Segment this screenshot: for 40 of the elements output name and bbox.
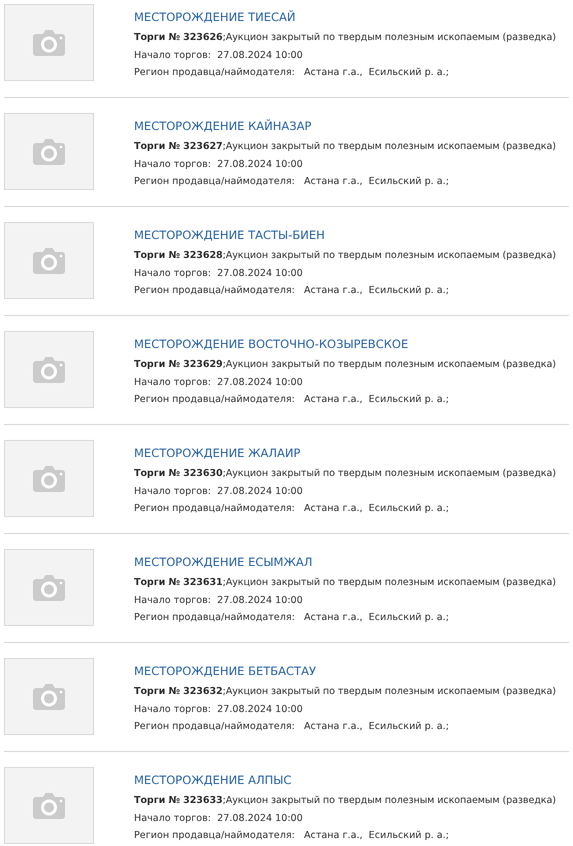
auction-start-date: Начало торгов: 27.08.2024 10:00 bbox=[134, 267, 304, 281]
seller-region: Регион продавца/наймодателя: Астана г.а., Есильский р. а.; bbox=[134, 829, 450, 843]
camera-icon bbox=[32, 792, 66, 820]
seller-region: Регион продавца/наймодателя: Астана г.а., Есильский р. а.; bbox=[134, 393, 450, 407]
seller-region: Регион продавца/наймодателя: Астана г.а., Есильский р. а.; bbox=[134, 720, 450, 734]
listing-title-link[interactable]: МЕСТОРОЖДЕНИЕ АЛПЫС bbox=[134, 773, 292, 787]
camera-icon bbox=[32, 28, 66, 56]
seller-region: Регион продавца/наймодателя: Астана г.а., Есильский р. а.; bbox=[134, 284, 450, 298]
seller-region: Регион продавца/наймодателя: Астана г.а., Есильский р. а.; bbox=[134, 502, 450, 516]
camera-icon bbox=[32, 246, 66, 274]
auction-info: Торги № 323626;Аукцион закрытый по твердым полезным ископаемым (разведка) bbox=[134, 31, 556, 45]
seller-region: Регион продавца/наймодателя: Астана г.а., Есильский р. а.; bbox=[134, 611, 450, 625]
listing-title-link[interactable]: МЕСТОРОЖДЕНИЕ ЖАЛАИР bbox=[134, 446, 300, 460]
auction-info: Торги № 323629;Аукцион закрытый по твердым полезным ископаемым (разведка) bbox=[134, 358, 556, 372]
listing-title-link[interactable]: МЕСТОРОЖДЕНИЕ КАЙНАЗАР bbox=[134, 119, 312, 133]
listing-title-link[interactable]: МЕСТОРОЖДЕНИЕ ТАСТЫ-БИЕН bbox=[134, 228, 325, 242]
auction-info: Торги № 323627;Аукцион закрытый по твердым полезным ископаемым (разведка) bbox=[134, 140, 556, 154]
auction-info: Торги № 323628;Аукцион закрытый по твердым полезным ископаемым (разведка) bbox=[134, 249, 556, 263]
camera-icon bbox=[32, 356, 66, 384]
camera-icon bbox=[32, 464, 66, 492]
auction-info: Торги № 323633;Аукцион закрытый по твердым полезным ископаемым (разведка) bbox=[134, 794, 556, 808]
seller-region: Регион продавца/наймодателя: Астана г.а., Есильский р. а.; bbox=[134, 66, 450, 80]
auction-start-date: Начало торгов: 27.08.2024 10:00 bbox=[134, 485, 304, 499]
auction-info: Торги № 323632;Аукцион закрытый по твердым полезным ископаемым (разведка) bbox=[134, 685, 556, 699]
auction-start-date: Начало торгов: 27.08.2024 10:00 bbox=[134, 158, 304, 172]
listing-title-link[interactable]: МЕСТОРОЖДЕНИЕ ЕСЫМЖАЛ bbox=[134, 555, 312, 569]
camera-icon bbox=[32, 138, 66, 166]
auction-start-date: Начало торгов: 27.08.2024 10:00 bbox=[134, 594, 304, 608]
auction-start-date: Начало торгов: 27.08.2024 10:00 bbox=[134, 49, 304, 63]
auction-start-date: Начало торгов: 27.08.2024 10:00 bbox=[134, 812, 304, 826]
listing-title-link[interactable]: МЕСТОРОЖДЕНИЕ ТИЕСАЙ bbox=[134, 10, 296, 24]
camera-icon bbox=[32, 574, 66, 602]
camera-icon bbox=[32, 682, 66, 710]
seller-region: Регион продавца/наймодателя: Астана г.а., Есильский р. а.; bbox=[134, 175, 450, 189]
auction-info: Торги № 323630;Аукцион закрытый по твердым полезным ископаемым (разведка) bbox=[134, 467, 556, 481]
auction-info: Торги № 323631;Аукцион закрытый по твердым полезным ископаемым (разведка) bbox=[134, 576, 556, 590]
auction-start-date: Начало торгов: 27.08.2024 10:00 bbox=[134, 376, 304, 390]
listing-title-link[interactable]: МЕСТОРОЖДЕНИЕ БЕТБАСТАУ bbox=[134, 664, 316, 678]
listing-title-link[interactable]: МЕСТОРОЖДЕНИЕ ВОСТОЧНО-КОЗЫРЕВСКОЕ bbox=[134, 337, 408, 351]
auction-start-date: Начало торгов: 27.08.2024 10:00 bbox=[134, 703, 304, 717]
